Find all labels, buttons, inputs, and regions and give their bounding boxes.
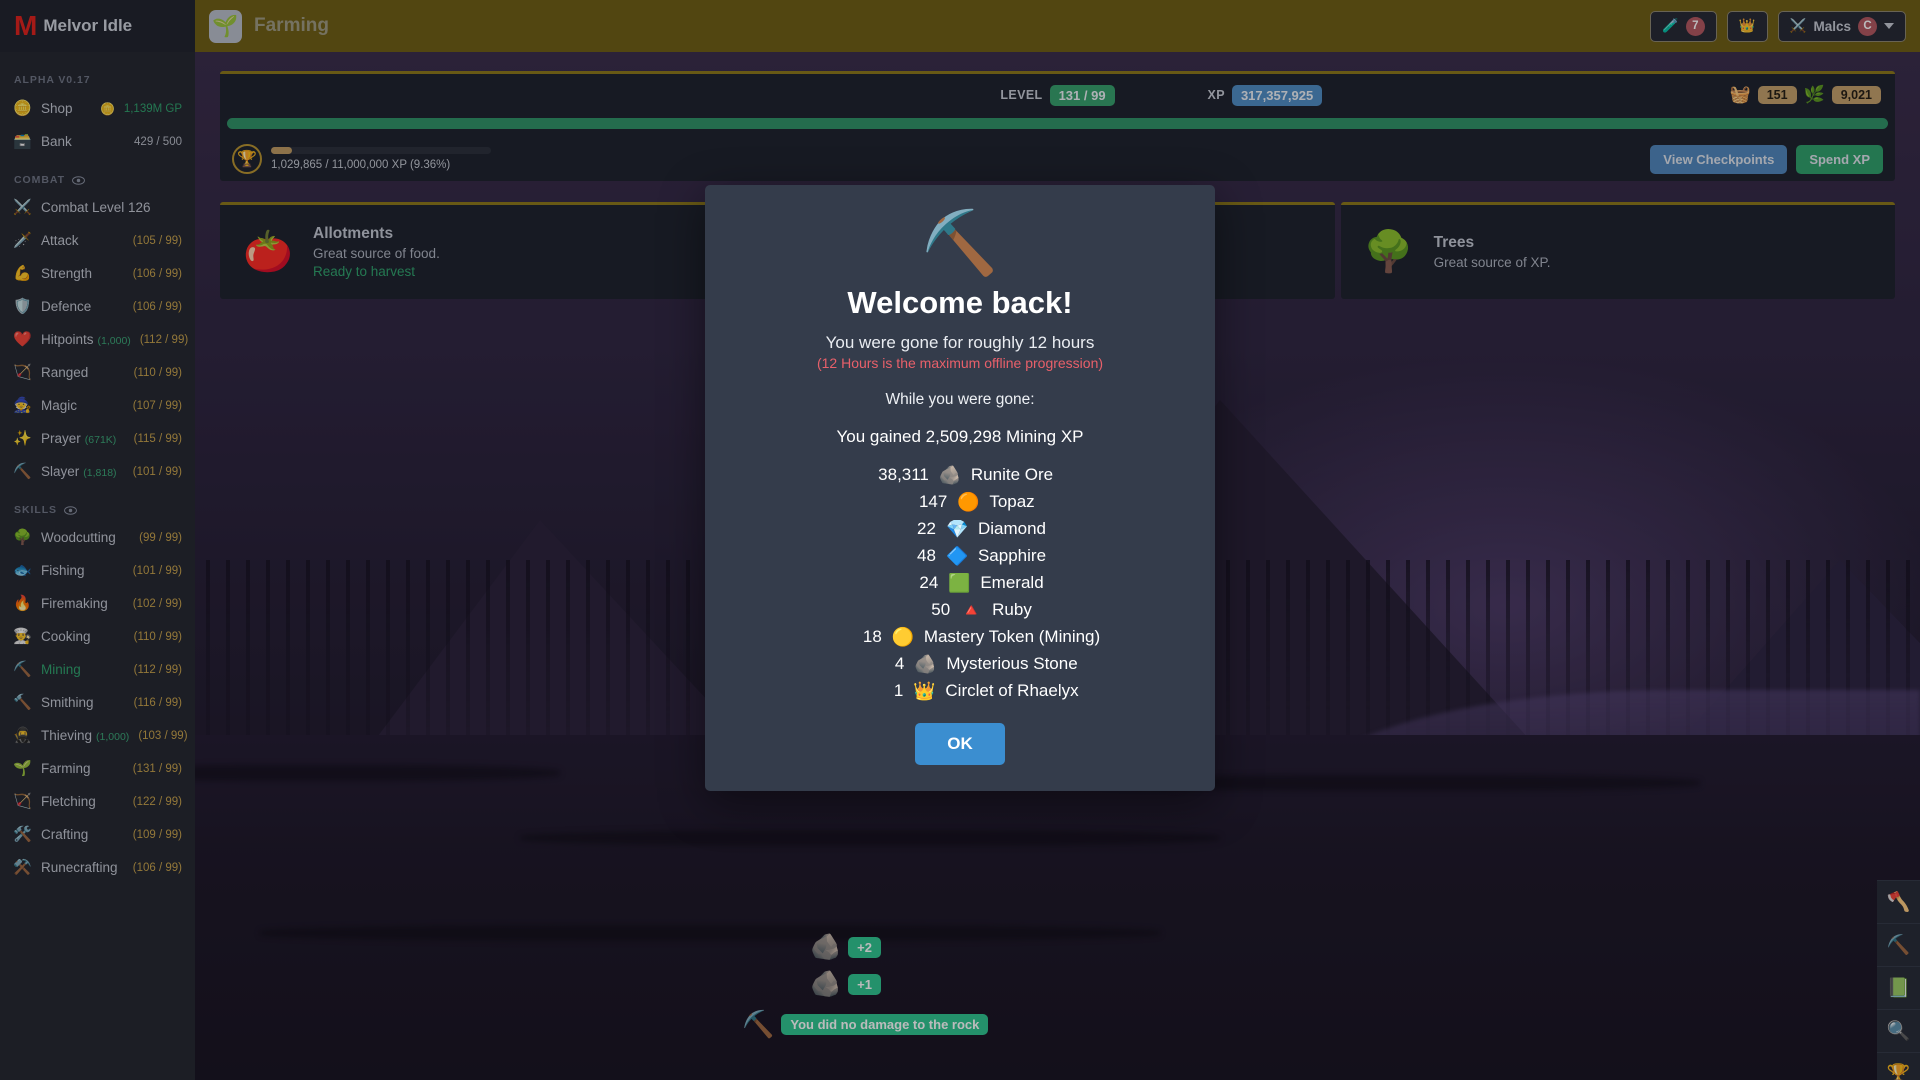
diamond-icon: 💎 xyxy=(946,520,968,538)
loot-name: Mastery Token (Mining) xyxy=(924,627,1100,647)
loot-quantity: 147 xyxy=(885,492,947,512)
modal-gained-text: You gained 2,509,298 Mining XP xyxy=(731,427,1189,447)
modal-overlay[interactable]: ⛏️ Welcome back! You were gone for rough… xyxy=(0,0,1920,1080)
loot-name: Emerald xyxy=(980,573,1043,593)
pickaxe-icon: ⛏️ xyxy=(731,213,1189,275)
modal-while-text: While you were gone: xyxy=(731,391,1189,409)
loot-name: Runite Ore xyxy=(971,465,1053,485)
loot-row: 38,311 🪨 Runite Ore xyxy=(867,465,1053,485)
ruby-icon: 🔺 xyxy=(960,601,982,619)
loot-quantity: 4 xyxy=(842,654,904,674)
loot-quantity: 22 xyxy=(874,519,936,539)
loot-row: 48 🔷 Sapphire xyxy=(874,546,1046,566)
loot-row: 24 🟩 Emerald xyxy=(876,573,1043,593)
loot-row: 1 👑 Circlet of Rhaelyx xyxy=(841,681,1078,701)
loot-row: 22 💎 Diamond xyxy=(874,519,1046,539)
loot-quantity: 50 xyxy=(888,600,950,620)
loot-quantity: 1 xyxy=(841,681,903,701)
mysterious-stone-icon: 🪨 xyxy=(914,655,936,673)
modal-max-note: (12 Hours is the maximum offline progres… xyxy=(731,355,1189,371)
loot-quantity: 38,311 xyxy=(867,465,929,485)
welcome-back-modal: ⛏️ Welcome back! You were gone for rough… xyxy=(705,185,1215,791)
mastery-token-mining--icon: 🟡 xyxy=(892,628,914,646)
loot-row: 18 🟡 Mastery Token (Mining) xyxy=(820,627,1100,647)
loot-row: 50 🔺 Ruby xyxy=(888,600,1032,620)
modal-title: Welcome back! xyxy=(731,285,1189,321)
loot-name: Circlet of Rhaelyx xyxy=(945,681,1078,701)
runite-ore-icon: 🪨 xyxy=(939,466,961,484)
loot-name: Mysterious Stone xyxy=(946,654,1077,674)
topaz-icon: 🟠 xyxy=(957,493,979,511)
ok-button[interactable]: OK xyxy=(915,723,1005,765)
circlet-of-rhaelyx-icon: 👑 xyxy=(913,682,935,700)
loot-row: 147 🟠 Topaz xyxy=(885,492,1034,512)
loot-name: Sapphire xyxy=(978,546,1046,566)
loot-name: Ruby xyxy=(992,600,1032,620)
loot-name: Topaz xyxy=(989,492,1034,512)
loot-quantity: 18 xyxy=(820,627,882,647)
loot-list: 38,311 🪨 Runite Ore 147 🟠 Topaz 22 💎 Diamond 48 🔷 S… xyxy=(731,465,1189,701)
loot-name: Diamond xyxy=(978,519,1046,539)
modal-gone-text: You were gone for roughly 12 hours xyxy=(731,333,1189,353)
loot-quantity: 48 xyxy=(874,546,936,566)
app-root: M Melvor Idle ALPHA V0.17 🪙 Shop 🪙 1,139… xyxy=(0,0,1920,1080)
loot-row: 4 🪨 Mysterious Stone xyxy=(842,654,1077,674)
emerald-icon: 🟩 xyxy=(948,574,970,592)
sapphire-icon: 🔷 xyxy=(946,547,968,565)
loot-quantity: 24 xyxy=(876,573,938,593)
